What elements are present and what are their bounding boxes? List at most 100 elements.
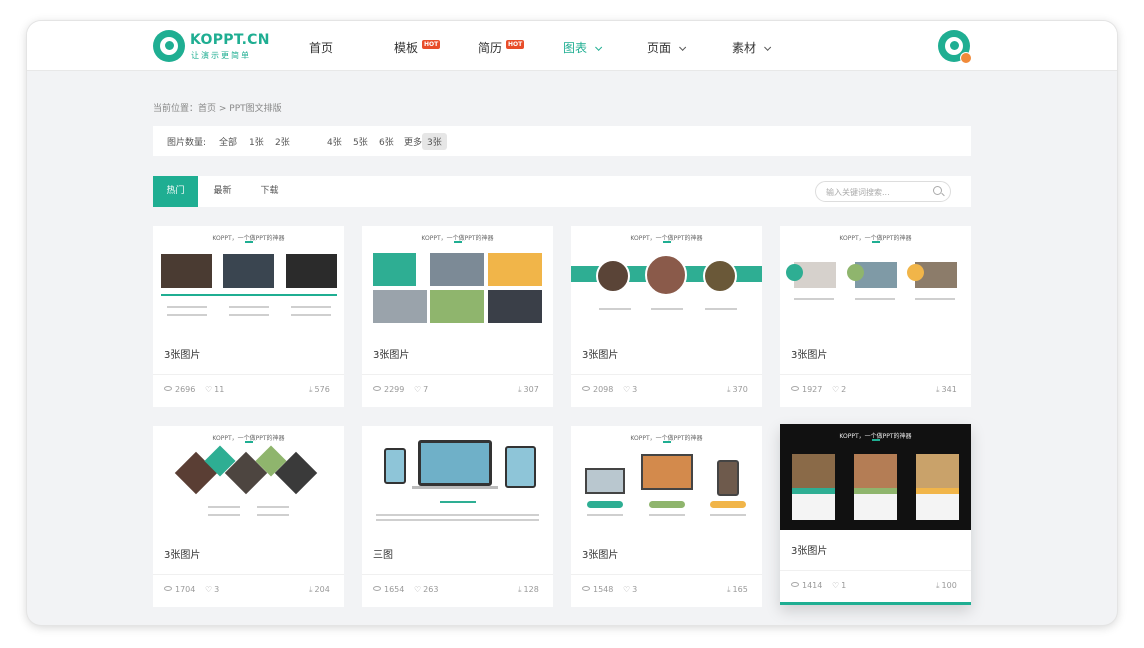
nav-home[interactable]: 首页 <box>309 39 333 56</box>
heart-icon[interactable]: ♡ <box>205 385 212 394</box>
template-thumbnail[interactable]: KOPPT，一个做PPT的神器 <box>780 424 971 530</box>
image-count-filter: 图片数量: 全部 1张 2张 3张 4张 5张 6张 更多 <box>153 126 971 156</box>
template-card[interactable]: KOPPT，一个做PPT的神器 3张图片 2299 ♡ 7 ⤓ 307 <box>362 226 553 407</box>
template-card[interactable]: KOPPT，一个做PPT的神器 3张图片 2696 ♡ 11 ⤓ 576 <box>153 226 344 407</box>
download-icon[interactable]: ⤓ <box>518 385 522 395</box>
filter-option-1[interactable]: 1张 <box>249 135 264 148</box>
heart-icon[interactable]: ♡ <box>832 385 839 394</box>
download-count: 341 <box>941 385 957 394</box>
site-logo[interactable]: KOPPT.CN 让演示更简单 <box>153 30 269 62</box>
heart-icon[interactable]: ♡ <box>205 585 212 594</box>
photo-placeholder <box>792 454 835 488</box>
nav-pages[interactable]: 页面 <box>647 39 687 56</box>
color-block <box>430 290 484 323</box>
template-thumbnail[interactable]: KOPPT，一个做PPT的神器 <box>362 226 553 332</box>
chevron-down-icon <box>595 43 603 51</box>
text-placeholder <box>376 519 539 521</box>
filter-option-more[interactable]: 更多 <box>404 135 422 148</box>
color-block <box>373 253 416 286</box>
label-pill <box>649 501 685 508</box>
eye-icon <box>582 586 590 591</box>
filter-option-5[interactable]: 5张 <box>353 135 368 148</box>
nav-materials[interactable]: 素材 <box>732 39 772 56</box>
divider <box>780 570 971 571</box>
nav-templates[interactable]: 模板 HOT <box>394 39 441 56</box>
download-count: 307 <box>523 385 539 394</box>
thumbnail-accent <box>872 439 880 441</box>
photo-placeholder <box>596 259 630 293</box>
filter-option-4[interactable]: 4张 <box>327 135 342 148</box>
template-card[interactable]: KOPPT，一个做PPT的神器 3张图片 2098 ♡ 3 ⤓ 370 <box>571 226 762 407</box>
nav-resume[interactable]: 简历 HOT <box>478 39 525 56</box>
view-count: 2299 <box>384 385 405 394</box>
filter-option-6[interactable]: 6张 <box>379 135 394 148</box>
download-icon[interactable]: ⤓ <box>518 585 522 595</box>
photo-placeholder <box>488 290 542 323</box>
logo-title: KOPPT.CN <box>190 32 270 48</box>
filter-option-all[interactable]: 全部 <box>219 135 237 148</box>
eye-icon <box>164 386 172 391</box>
feature-icon <box>786 264 803 281</box>
view-count: 1414 <box>802 581 823 590</box>
heart-icon[interactable]: ♡ <box>623 585 630 594</box>
text-placeholder <box>257 514 289 516</box>
search-icon[interactable] <box>933 186 942 195</box>
divider <box>153 574 344 575</box>
heart-icon[interactable]: ♡ <box>832 581 839 590</box>
template-card[interactable]: 三图 1654 ♡ 263 ⤓ 128 <box>362 426 553 607</box>
template-card[interactable]: KOPPT，一个做PPT的神器 3张图片 1927 ♡ 2 ⤓ 341 <box>780 226 971 407</box>
eye-icon <box>791 582 799 587</box>
filter-option-3[interactable]: 3张 <box>422 133 447 150</box>
card-title[interactable]: 三图 <box>373 546 393 561</box>
template-card[interactable]: KOPPT，一个做PPT的神器 3张图片 1414 ♡ 1 ⤓ 100 <box>780 424 971 605</box>
thumbnail-accent <box>663 241 671 243</box>
text-placeholder <box>208 514 240 516</box>
template-thumbnail[interactable]: KOPPT，一个做PPT的神器 <box>571 226 762 332</box>
download-icon[interactable]: ⤓ <box>727 385 731 395</box>
photo-placeholder <box>645 254 687 296</box>
card-title[interactable]: 3张图片 <box>791 346 827 361</box>
search-box <box>815 181 951 202</box>
heart-icon[interactable]: ♡ <box>623 385 630 394</box>
download-icon[interactable]: ⤓ <box>727 585 731 595</box>
template-card[interactable]: KOPPT，一个做PPT的神器 3张图片 1704 ♡ 3 ⤓ 204 <box>153 426 344 607</box>
template-thumbnail[interactable] <box>362 426 553 532</box>
tab-hot[interactable]: 热门 <box>153 176 198 207</box>
template-card[interactable]: KOPPT，一个做PPT的神器 3张图片 1548 ♡ 3 ⤓ 165 <box>571 426 762 607</box>
photo-placeholder <box>854 454 897 488</box>
download-icon[interactable]: ⤓ <box>936 385 940 395</box>
card-title[interactable]: 3张图片 <box>582 346 618 361</box>
download-icon[interactable]: ⤓ <box>936 581 940 591</box>
template-thumbnail[interactable]: KOPPT，一个做PPT的神器 <box>153 426 344 532</box>
heart-icon[interactable]: ♡ <box>414 385 421 394</box>
text-placeholder <box>649 514 685 516</box>
logo-icon <box>153 30 185 62</box>
like-count: 1 <box>841 581 847 590</box>
template-thumbnail[interactable]: KOPPT，一个做PPT的神器 <box>153 226 344 332</box>
card-title[interactable]: 3张图片 <box>164 346 200 361</box>
tab-latest[interactable]: 最新 <box>200 176 245 207</box>
heart-icon[interactable]: ♡ <box>414 585 421 594</box>
filter-label: 图片数量: <box>167 138 207 148</box>
nav-charts[interactable]: 图表 <box>563 39 603 56</box>
text-placeholder <box>376 514 539 516</box>
eye-icon <box>791 386 799 391</box>
card-title[interactable]: 3张图片 <box>373 346 409 361</box>
text-placeholder <box>915 298 955 300</box>
search-input[interactable] <box>826 185 926 199</box>
card-title[interactable]: 3张图片 <box>164 546 200 561</box>
user-avatar[interactable] <box>938 30 972 64</box>
text-panel <box>916 494 959 520</box>
feature-icon <box>907 264 924 281</box>
download-icon[interactable]: ⤓ <box>309 585 313 595</box>
card-title[interactable]: 3张图片 <box>791 542 827 557</box>
filter-option-2[interactable]: 2张 <box>275 135 290 148</box>
card-title[interactable]: 3张图片 <box>582 546 618 561</box>
vip-badge-icon <box>960 52 972 64</box>
view-count: 1548 <box>593 585 614 594</box>
template-thumbnail[interactable]: KOPPT，一个做PPT的神器 <box>780 226 971 332</box>
tab-downloads[interactable]: 下载 <box>247 176 292 207</box>
download-icon[interactable]: ⤓ <box>309 385 313 395</box>
template-thumbnail[interactable]: KOPPT，一个做PPT的神器 <box>571 426 762 532</box>
text-placeholder <box>855 298 895 300</box>
